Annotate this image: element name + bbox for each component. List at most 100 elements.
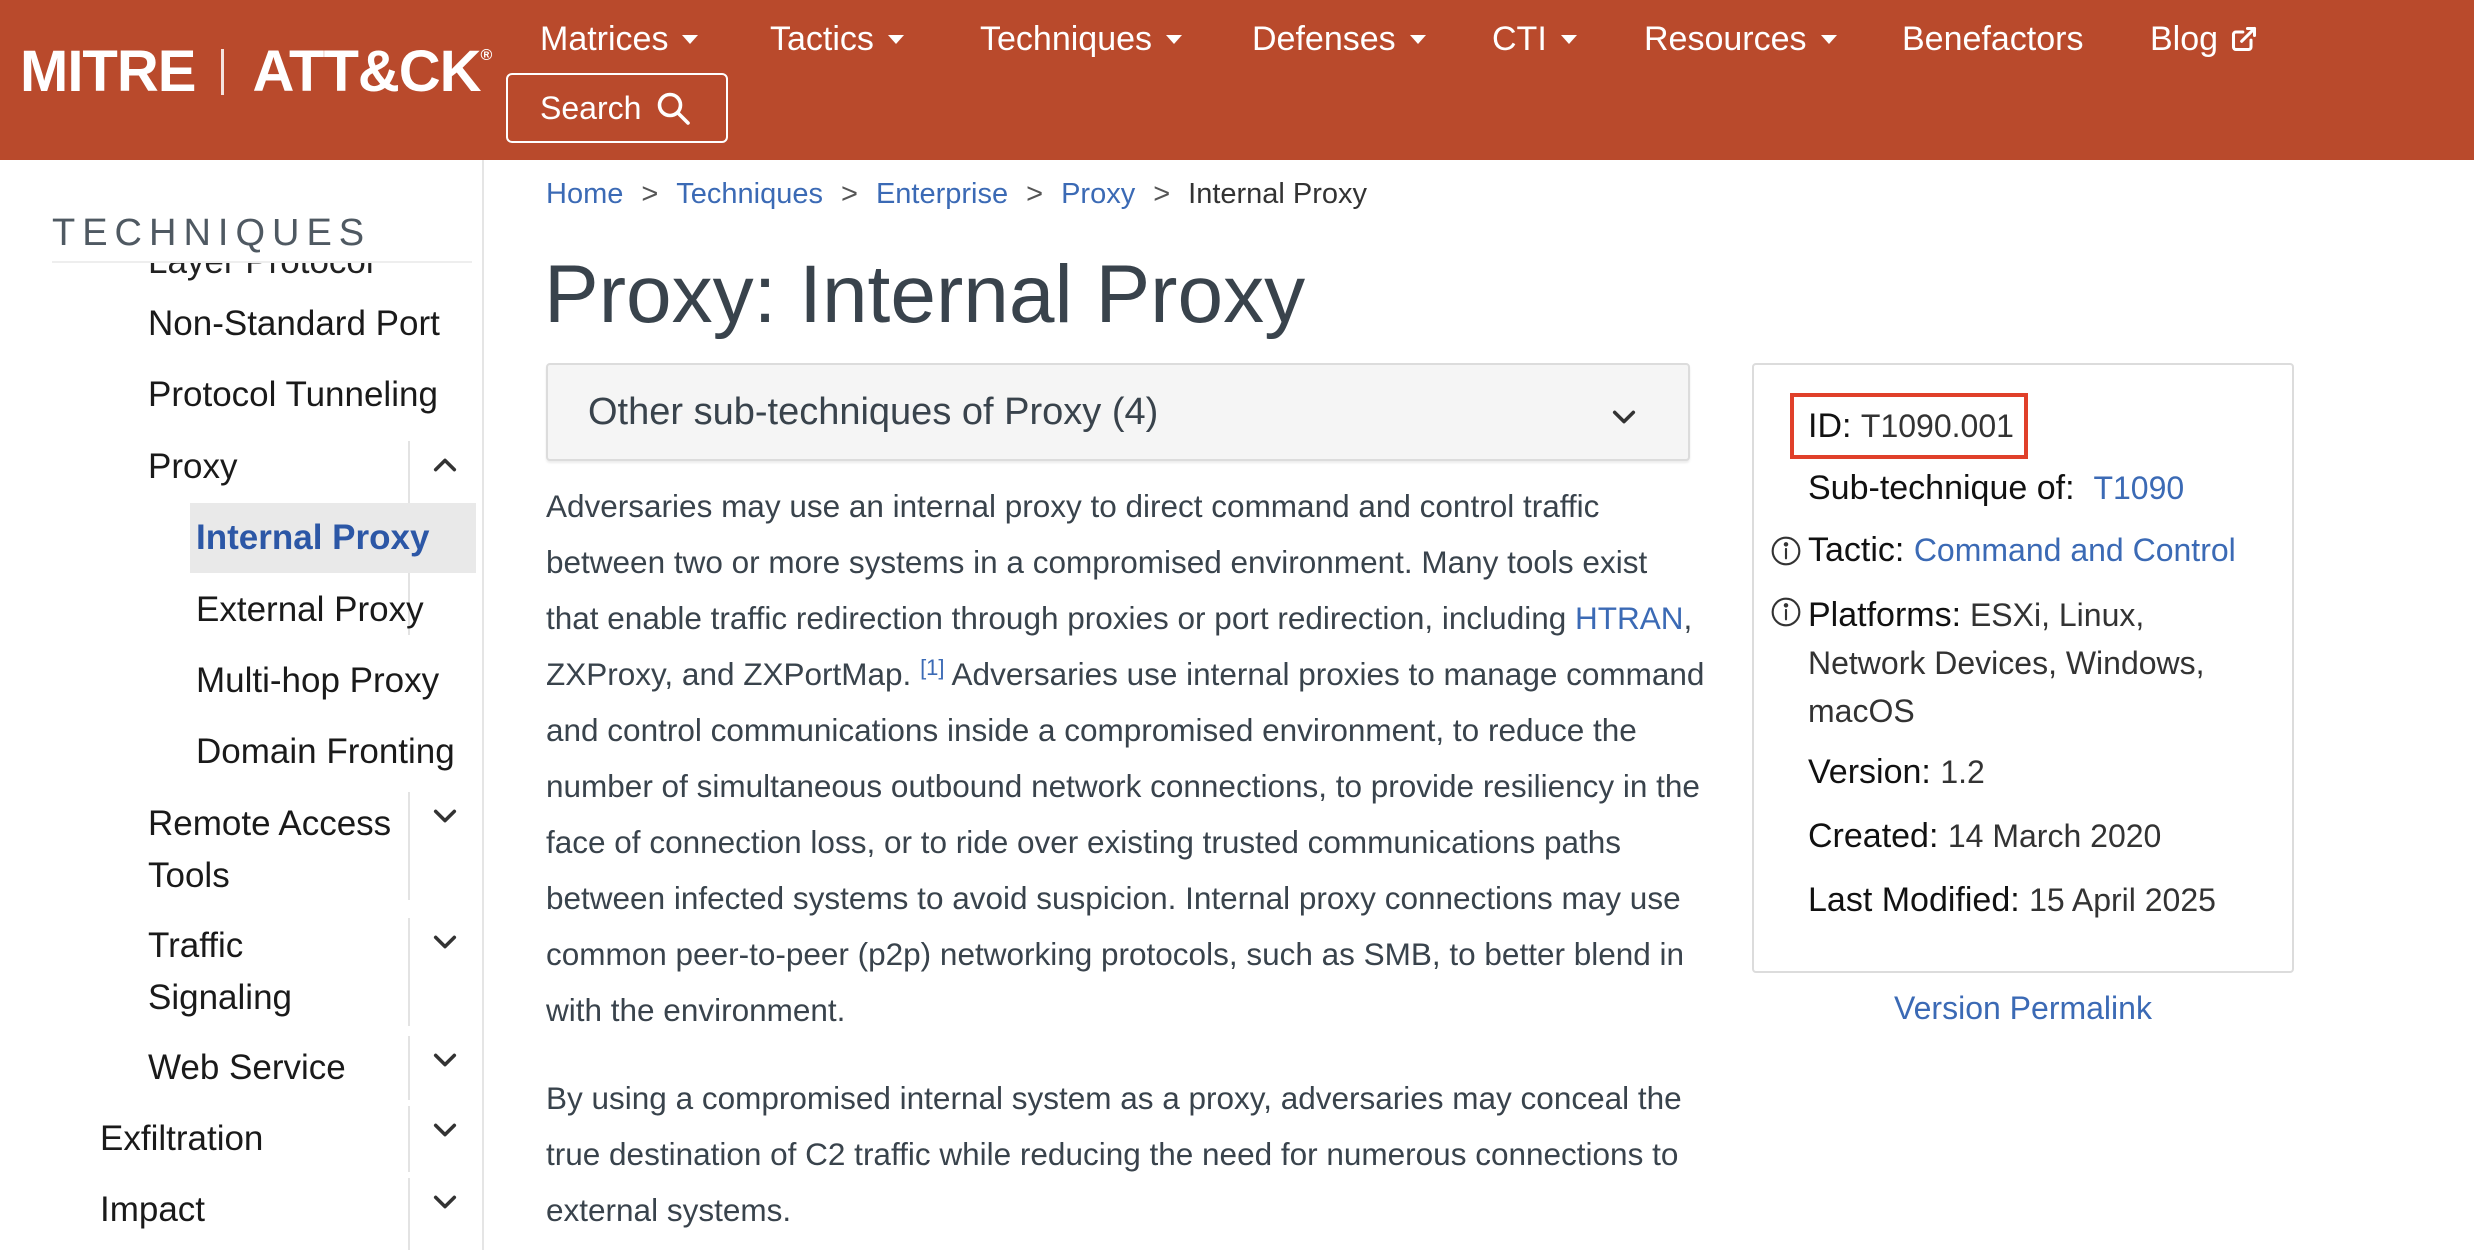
sidebar-item-non-standard-port[interactable]: Non-Standard Port (148, 298, 440, 350)
sidebar-item-protocol-tunneling[interactable]: Protocol Tunneling (148, 369, 438, 421)
caret-down-icon (1409, 34, 1426, 44)
nav-cti-label: CTI (1492, 20, 1547, 58)
external-link-icon (2232, 26, 2257, 52)
logo-divider (221, 49, 225, 95)
sidebar-toggle-exfiltration[interactable] (408, 1106, 480, 1172)
htran-link[interactable]: HTRAN (1575, 600, 1684, 636)
breadcrumb-current: Internal Proxy (1188, 178, 1368, 210)
chevron-down-icon (433, 1123, 457, 1137)
nav-defenses-label: Defenses (1252, 20, 1396, 58)
breadcrumb-techniques[interactable]: Techniques (676, 178, 823, 211)
nav-matrices-label: Matrices (540, 20, 669, 58)
breadcrumb-proxy[interactable]: Proxy (1061, 178, 1135, 211)
info-created-label: Created: (1808, 817, 1939, 855)
nav-techniques[interactable]: Techniques (980, 14, 1183, 64)
info-version: Version: 1.2 (1808, 753, 1985, 792)
sidebar-item-remote-access-tools[interactable]: Remote Access Tools (148, 798, 391, 902)
description-text: Adversaries may use an internal proxy to… (546, 488, 1648, 636)
description-text: Adversaries use internal proxies to mana… (546, 656, 1705, 1028)
caret-down-icon (1166, 34, 1183, 44)
sidebar-item-traffic-line2: Signaling (148, 978, 292, 1017)
sidebar-toggle-traffic-signaling[interactable] (408, 918, 480, 1026)
sidebar-item-multi-hop-proxy[interactable]: Multi-hop Proxy (196, 655, 439, 707)
nav-cti[interactable]: CTI (1492, 14, 1577, 64)
search-icon (658, 92, 691, 125)
nav-matrices[interactable]: Matrices (540, 14, 699, 64)
nav-blog[interactable]: Blog (2150, 14, 2258, 64)
chevron-down-icon (1612, 410, 1636, 424)
sidebar-item-proxy[interactable]: Proxy (148, 441, 237, 493)
info-tactic-label: Tactic: (1808, 531, 1905, 569)
breadcrumb-separator: > (1026, 178, 1044, 210)
sidebar-item-remote-access-line1: Remote Access (148, 804, 392, 843)
nav-defenses[interactable]: Defenses (1252, 14, 1426, 64)
top-navbar: MITRE ATT&CK® Matrices Tactics Technique… (0, 0, 2474, 160)
mitre-attack-logo[interactable]: MITRE ATT&CK® (20, 39, 492, 104)
nav-resources[interactable]: Resources (1644, 14, 1837, 64)
sidebar-item-traffic-signaling[interactable]: Traffic Signaling (148, 920, 292, 1024)
breadcrumb: Home > Techniques > Enterprise > Proxy >… (546, 178, 1367, 211)
version-permalink[interactable]: Version Permalink (1752, 990, 2294, 1027)
info-id-value: T1090.001 (1860, 408, 2014, 444)
info-circle-icon[interactable] (1770, 535, 1802, 567)
search-button-label: Search (540, 89, 642, 126)
technique-info-card: ID: T1090.001 Sub-technique of: T1090 Ta… (1752, 363, 2294, 973)
nav-tactics-label: Tactics (770, 20, 874, 58)
parent-technique-link[interactable]: T1090 (2093, 470, 2184, 506)
info-subtechnique-label: Sub-technique of: (1808, 469, 2075, 507)
info-id-label: ID: (1808, 407, 1852, 445)
info-last-modified: Last Modified: 15 April 2025 (1808, 881, 2216, 920)
sidebar-toggle-proxy[interactable] (408, 441, 480, 493)
info-platforms-label: Platforms: (1808, 596, 1962, 634)
sidebar-item-external-proxy[interactable]: External Proxy (196, 584, 424, 636)
search-button[interactable]: Search (506, 73, 728, 143)
chevron-up-icon (433, 458, 457, 472)
info-tactic: Tactic: Command and Control (1808, 531, 2236, 570)
info-created: Created: 14 March 2020 (1808, 817, 2161, 856)
other-subtechniques-label: Other sub-techniques of Proxy (4) (588, 390, 1159, 433)
info-subtechnique-of: Sub-technique of: T1090 (1808, 469, 2184, 508)
chevron-down-icon (433, 935, 457, 949)
sidebar-toggle-impact[interactable] (408, 1178, 480, 1250)
logo-attack-text: ATT&CK® (252, 39, 492, 104)
page-title: Proxy: Internal Proxy (544, 249, 1306, 340)
breadcrumb-separator: > (641, 178, 659, 210)
info-modified-label: Last Modified: (1808, 881, 2020, 919)
sidebar-item-traffic-line1: Traffic (148, 926, 244, 965)
breadcrumb-separator: > (841, 178, 858, 210)
sidebar-toggle-remote-access-tools[interactable] (408, 792, 480, 900)
nav-blog-label: Blog (2150, 20, 2219, 58)
other-subtechniques-dropdown[interactable]: Other sub-techniques of Proxy (4) (546, 363, 1690, 461)
nav-tactics[interactable]: Tactics (770, 14, 904, 64)
caret-down-icon (1560, 34, 1577, 44)
nav-resources-label: Resources (1644, 20, 1807, 58)
sidebar-item-impact[interactable]: Impact (100, 1184, 205, 1236)
chevron-down-icon (433, 1053, 457, 1067)
sidebar-toggle-web-service[interactable] (408, 1036, 480, 1100)
description-paragraph-2: By using a compromised internal system a… (546, 1080, 1682, 1228)
caret-down-icon (1820, 34, 1837, 44)
sidebar-item-internal-proxy[interactable]: Internal Proxy (190, 503, 476, 573)
tactic-link[interactable]: Command and Control (1914, 532, 2236, 568)
logo-mitre-text: MITRE (20, 39, 196, 104)
techniques-sidebar: TECHNIQUES Layer Protocol Non-Standard P… (0, 160, 484, 1250)
info-version-value: 1.2 (1940, 754, 1985, 790)
sidebar-item-exfiltration[interactable]: Exfiltration (100, 1113, 263, 1165)
nav-techniques-label: Techniques (980, 20, 1153, 58)
logo-attack-word: ATT&CK (252, 39, 481, 104)
breadcrumb-enterprise[interactable]: Enterprise (876, 178, 1008, 211)
info-circle-icon[interactable] (1770, 596, 1802, 628)
nav-benefactors-label: Benefactors (1902, 20, 2084, 58)
breadcrumb-home[interactable]: Home (546, 178, 623, 211)
info-created-value: 14 March 2020 (1947, 818, 2162, 854)
nav-benefactors[interactable]: Benefactors (1902, 14, 2083, 64)
sidebar-item-domain-fronting[interactable]: Domain Fronting (196, 726, 455, 778)
sidebar-item-web-service[interactable]: Web Service (148, 1042, 346, 1094)
reference-1-link[interactable]: [1] (920, 655, 944, 680)
info-version-label: Version: (1808, 753, 1931, 791)
sidebar-item-remote-access-line2: Tools (148, 856, 230, 895)
sidebar-heading: TECHNIQUES (52, 212, 472, 263)
chevron-down-icon (433, 809, 457, 823)
breadcrumb-separator: > (1153, 178, 1171, 210)
info-id: ID: T1090.001 (1808, 407, 2014, 446)
